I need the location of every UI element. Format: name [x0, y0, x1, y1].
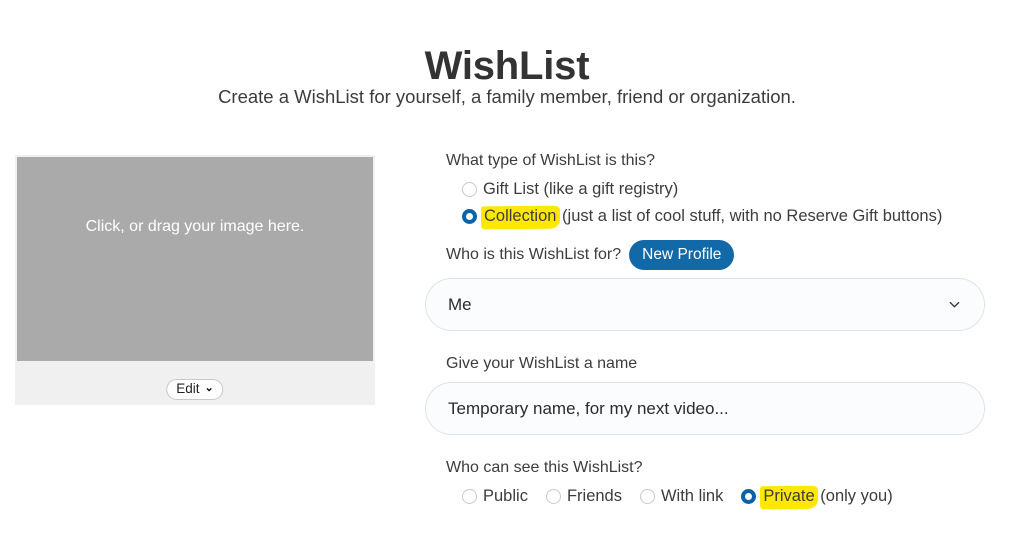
radio-icon-gift-list[interactable] — [462, 181, 477, 197]
name-field-label: Give your WishList a name — [446, 355, 638, 372]
radio-icon-public[interactable] — [462, 488, 477, 504]
visibility-options-row: Public Friends With link Private (only y… — [462, 485, 990, 507]
radio-icon-with-link[interactable] — [639, 488, 655, 504]
visibility-option-friends-label: Friends — [566, 487, 622, 505]
image-uploader-footer: Edit ⌄ — [17, 361, 373, 403]
wishlist-name-input-wrapper[interactable]: Temporary name, for my next video... — [425, 382, 985, 435]
edit-image-button-label: Edit — [176, 381, 200, 396]
image-dropzone-label: Click, or drag your image here. — [85, 218, 305, 235]
highlight-collection: Collection — [483, 205, 557, 227]
type-option-gift-list-row: Gift List (like a gift registry) — [462, 178, 990, 200]
type-option-collection-label: Collection (just a list of cool stuff, w… — [483, 205, 942, 227]
page-subtitle: Create a WishList for yourself, a family… — [218, 86, 796, 107]
visibility-option-public-label: Public — [483, 487, 528, 505]
type-option-gift-list-label: Gift List (like a gift registry) — [483, 180, 679, 198]
visibility-option-with-link[interactable]: With link — [639, 485, 724, 507]
type-option-collection-row: Collection (just a list of cool stuff, w… — [462, 205, 990, 227]
wishlist-create-page: WishList Create a WishList for yourself,… — [0, 0, 1014, 556]
highlight-private: Private — [762, 485, 815, 507]
type-option-gift-list[interactable]: Gift List (like a gift registry) — [462, 178, 678, 200]
who-question-label: Who is this WishList for? — [446, 246, 622, 263]
radio-icon-private[interactable] — [741, 488, 757, 504]
type-question-label: What type of WishList is this? — [446, 152, 655, 169]
visibility-option-private-highlight-text: Private — [763, 487, 815, 505]
type-option-collection-rest-text: (just a list of cool stuff, with no Rese… — [557, 207, 943, 225]
who-question-row: Who is this WishList for? New Profile — [446, 240, 990, 270]
visibility-option-public[interactable]: Public — [462, 485, 528, 507]
image-dropzone[interactable]: Click, or drag your image here. — [17, 157, 373, 361]
edit-image-button[interactable]: Edit ⌄ — [166, 379, 224, 400]
new-profile-button[interactable]: New Profile — [629, 240, 735, 270]
visibility-question-label: Who can see this WishList? — [446, 459, 643, 476]
type-option-collection[interactable]: Collection (just a list of cool stuff, w… — [462, 205, 942, 227]
visibility-option-friends[interactable]: Friends — [545, 485, 622, 507]
profile-select-value: Me — [448, 294, 472, 314]
visibility-option-private[interactable]: Private (only you) — [741, 485, 893, 507]
visibility-option-private-label: Private (only you) — [762, 485, 892, 507]
chevron-down-icon — [949, 301, 960, 307]
wishlist-name-input-value[interactable]: Temporary name, for my next video... — [448, 399, 729, 419]
chevron-down-icon: ⌄ — [204, 381, 214, 394]
visibility-option-private-rest-text: (only you) — [815, 487, 893, 505]
radio-icon-friends[interactable] — [545, 488, 561, 504]
wishlist-form: What type of WishList is this? Gift List… — [425, 150, 990, 507]
visibility-option-with-link-label: With link — [660, 487, 724, 505]
image-uploader-card: Click, or drag your image here. Edit ⌄ — [15, 155, 375, 405]
radio-icon-collection[interactable] — [462, 208, 477, 224]
profile-select[interactable]: Me — [425, 278, 985, 331]
type-option-collection-highlight-text: Collection — [484, 207, 557, 225]
